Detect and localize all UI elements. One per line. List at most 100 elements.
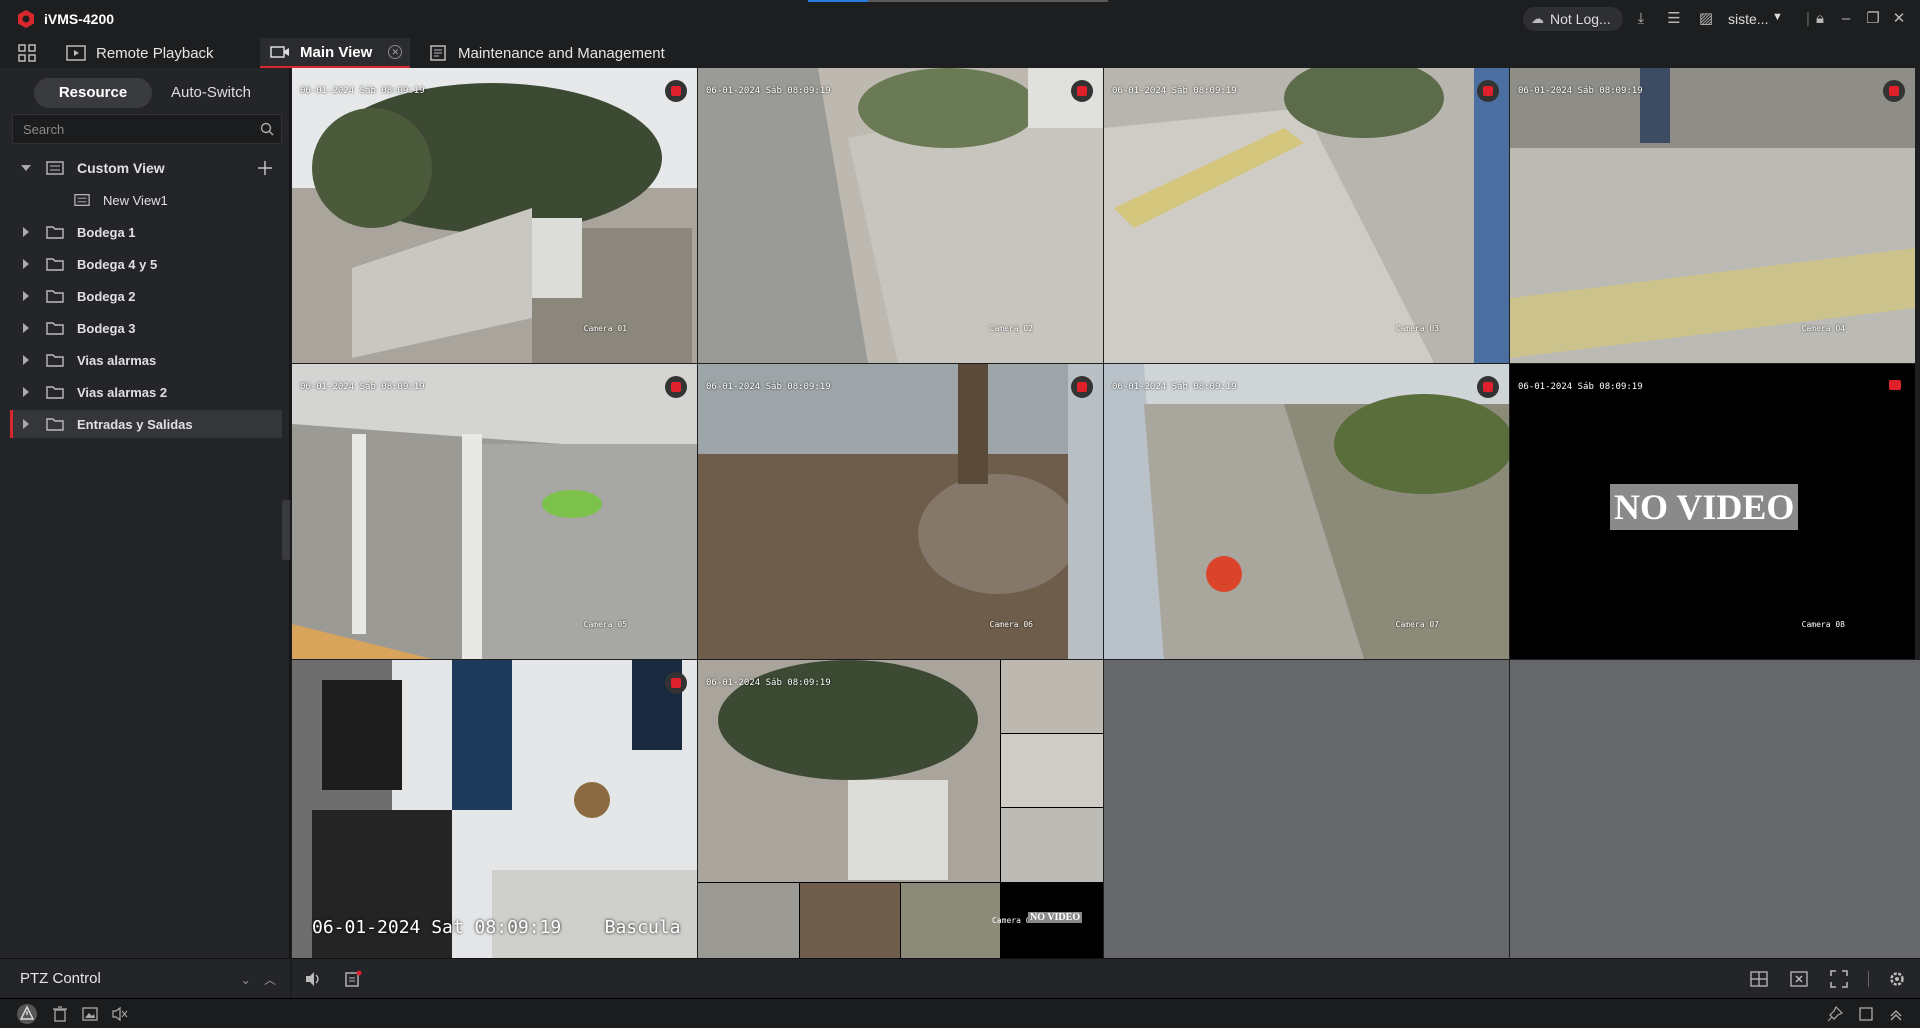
record-indicator-icon[interactable]	[665, 80, 687, 102]
collapse-icon[interactable]	[1888, 1006, 1904, 1022]
video-window-1[interactable]: 06-01-2024 Sáb 08:09:19 Camera 01	[292, 68, 697, 363]
mute-icon[interactable]	[112, 1006, 128, 1022]
camera-feed-1	[292, 68, 697, 363]
video-window-6[interactable]: 06-01-2024 Sáb 08:09:19 Camera 06	[698, 364, 1103, 659]
task-list-icon[interactable]: ☰	[1665, 10, 1683, 28]
record-indicator-icon[interactable]	[665, 672, 687, 694]
record-indicator-icon[interactable]	[665, 376, 687, 398]
module-grid-icon[interactable]	[18, 44, 36, 62]
video-window-5[interactable]: 06-01-2024 Sáb 08:09:19 Camera 05	[292, 364, 697, 659]
tree-item-folder[interactable]: Bodega 2	[12, 282, 282, 310]
caret-right-icon[interactable]	[21, 387, 31, 397]
camera-feed-6	[698, 364, 1103, 659]
search-input[interactable]	[13, 115, 253, 143]
record-icon[interactable]	[344, 970, 362, 988]
caret-down-icon[interactable]	[21, 163, 31, 173]
tree-item-custom-view[interactable]: Custom View	[12, 154, 282, 182]
tree-label: New View1	[103, 192, 168, 208]
osd-timestamp: 06-01-2024 Sáb 08:09:19	[300, 86, 425, 96]
segment-auto-switch[interactable]: Auto-Switch	[152, 78, 270, 108]
account-label: Not Log...	[1550, 11, 1611, 27]
search-icon[interactable]	[260, 122, 274, 136]
record-indicator-icon[interactable]	[1883, 80, 1905, 102]
ptz-control-bar[interactable]: PTZ Control ⌄ ︿	[0, 958, 290, 998]
record-indicator-icon[interactable]	[1889, 380, 1901, 390]
ptz-label: PTZ Control	[20, 970, 101, 987]
video-window-11-empty[interactable]	[1104, 660, 1509, 958]
tree-item-folder[interactable]: Vias alarmas 2	[12, 378, 282, 406]
tree-item-folder[interactable]: Bodega 3	[12, 314, 282, 342]
restore-icon[interactable]: ❐	[1864, 10, 1882, 28]
download-icon[interactable]: ⤓	[1632, 10, 1650, 28]
osd-camera-name: Camera 02	[989, 324, 1033, 333]
record-indicator-icon[interactable]	[1477, 376, 1499, 398]
close-icon[interactable]: ✕	[1890, 10, 1908, 28]
osd-camera-name: Camera 04	[1801, 324, 1845, 333]
tab-label: Remote Playback	[96, 44, 214, 62]
segment-control: Resource Auto-Switch	[34, 78, 270, 108]
tree-item-folder[interactable]: Bodega 1	[12, 218, 282, 246]
osd-timestamp: 06-01-2024 Sáb 08:09:19	[706, 678, 831, 688]
maintenance-icon	[430, 45, 446, 61]
caret-right-icon[interactable]	[21, 419, 31, 429]
tree-label: Vias alarmas 2	[77, 384, 168, 400]
tree-label: Vias alarmas	[77, 352, 157, 368]
add-icon[interactable]	[256, 159, 274, 177]
tab-remote-playback[interactable]: Remote Playback	[66, 38, 214, 68]
video-window-10[interactable]: 06-01-2024 Sáb 08:09:19 Camera 0 NO VIDE…	[698, 660, 1103, 958]
user-label[interactable]: siste...	[1728, 11, 1768, 27]
camera-feed-9	[292, 660, 697, 958]
tab-label: Main View	[300, 43, 373, 61]
osd-timestamp: 06-01-2024 Sáb 08:09:19	[1112, 86, 1237, 96]
video-window-3[interactable]: 06-01-2024 Sáb 08:09:19 Camera 03	[1104, 68, 1509, 363]
search-box	[12, 114, 282, 144]
osd-camera-name: Camera 08	[1801, 620, 1845, 629]
window-icon[interactable]	[1858, 1006, 1874, 1022]
chevron-down-icon[interactable]: ▼	[1772, 11, 1783, 23]
title-bar: iVMS-4200 ☁ Not Log... ⤓ ☰ ▨ siste... ▼ …	[0, 0, 1920, 38]
sidebar-collapse-handle[interactable]	[282, 500, 290, 560]
delete-icon[interactable]	[52, 1006, 68, 1022]
record-indicator-icon[interactable]	[1477, 80, 1499, 102]
tab-main-view[interactable]: Main View ✕	[260, 38, 410, 68]
tab-maintenance[interactable]: Maintenance and Management	[428, 38, 665, 68]
volume-icon[interactable]	[304, 970, 322, 988]
chevron-up-icon[interactable]: ⌄ ︿	[241, 971, 276, 988]
tree-item-folder-selected[interactable]: Entradas y Salidas	[10, 410, 282, 438]
caret-right-icon[interactable]	[21, 291, 31, 301]
video-window-12-empty[interactable]	[1510, 660, 1920, 958]
settings-icon[interactable]	[1888, 970, 1906, 988]
folder-icon	[46, 226, 64, 239]
video-toolbar	[292, 958, 1920, 998]
top-accent	[808, 0, 1108, 2]
video-window-8[interactable]: 06-01-2024 Sáb 08:09:19 NO VIDEO Camera …	[1510, 364, 1915, 659]
record-indicator-icon[interactable]	[1071, 376, 1093, 398]
camera-feed-7	[1104, 364, 1509, 659]
picture-icon[interactable]	[82, 1006, 98, 1022]
toolbar-divider	[1868, 971, 1869, 987]
caret-right-icon[interactable]	[21, 259, 31, 269]
segment-resource[interactable]: Resource	[34, 78, 152, 108]
minimize-icon[interactable]: –	[1837, 10, 1855, 28]
close-icon[interactable]: ✕	[388, 45, 403, 59]
account-button[interactable]: ☁ Not Log...	[1523, 7, 1623, 31]
tree-label: Entradas y Salidas	[77, 416, 193, 432]
record-indicator-icon[interactable]	[1071, 80, 1093, 102]
video-window-4[interactable]: 06-01-2024 Sáb 08:09:19 Camera 04	[1510, 68, 1915, 363]
statistics-icon[interactable]: ▨	[1697, 10, 1715, 28]
fullscreen-icon[interactable]	[1830, 970, 1848, 988]
caret-right-icon[interactable]	[21, 227, 31, 237]
tree-item-new-view[interactable]: New View1	[12, 186, 282, 214]
close-all-icon[interactable]	[1790, 970, 1808, 988]
tree-item-folder[interactable]: Vias alarmas	[12, 346, 282, 374]
layout-icon[interactable]	[1750, 970, 1768, 988]
caret-right-icon[interactable]	[21, 355, 31, 365]
lock-icon[interactable]: 🔒︎	[1811, 10, 1829, 28]
tree-item-folder[interactable]: Bodega 4 y 5	[12, 250, 282, 278]
video-window-9[interactable]: 06-01-2024 Sat 08:09:19 Bascula	[292, 660, 697, 958]
caret-right-icon[interactable]	[21, 323, 31, 333]
alarm-icon[interactable]	[16, 1003, 38, 1025]
video-window-2[interactable]: 06-01-2024 Sáb 08:09:19 Camera 02	[698, 68, 1103, 363]
video-window-7[interactable]: 06-01-2024 Sáb 08:09:19 Camera 07	[1104, 364, 1509, 659]
pin-icon[interactable]	[1827, 1006, 1843, 1022]
